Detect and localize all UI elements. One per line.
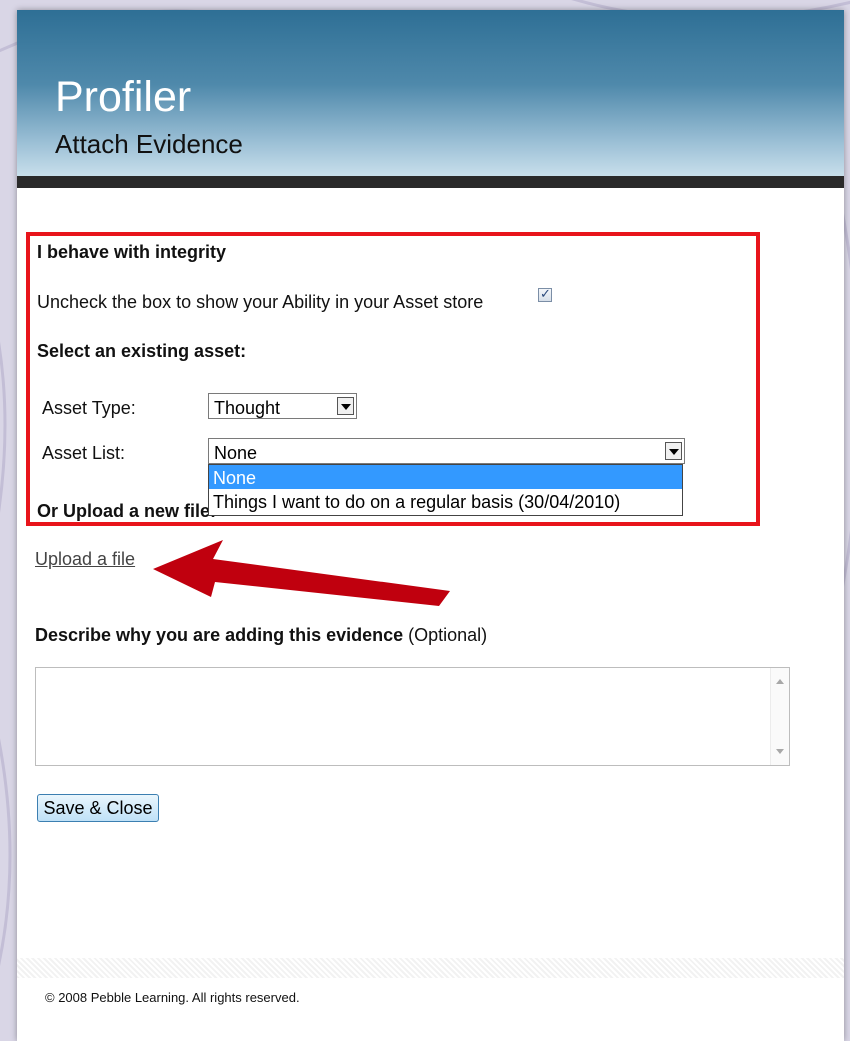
optional-tag: (Optional) [408, 625, 488, 645]
app-title: Profiler [55, 73, 192, 121]
arrow-annotation-icon [153, 540, 450, 606]
evidence-description-textarea[interactable] [35, 667, 790, 766]
highlight-annotation-box [26, 232, 760, 526]
describe-evidence-label: Describe why you are adding this evidenc… [35, 626, 487, 644]
describe-evidence-title: Describe why you are adding this evidenc… [35, 625, 404, 645]
upload-file-link[interactable]: Upload a file [35, 550, 135, 568]
header-divider-bar [17, 176, 844, 188]
footer-divider [17, 958, 844, 978]
save-close-button[interactable]: Save & Close [37, 794, 159, 822]
profiler-window: Profiler Attach Evidence I behave with i… [17, 10, 844, 1041]
textarea-scrollbar[interactable] [770, 668, 789, 765]
footer-copyright: © 2008 Pebble Learning. All rights reser… [45, 990, 300, 1005]
header: Profiler Attach Evidence [17, 10, 844, 176]
page-subtitle: Attach Evidence [55, 129, 243, 159]
scroll-down-icon[interactable] [776, 749, 784, 754]
scroll-up-icon[interactable] [776, 679, 784, 684]
